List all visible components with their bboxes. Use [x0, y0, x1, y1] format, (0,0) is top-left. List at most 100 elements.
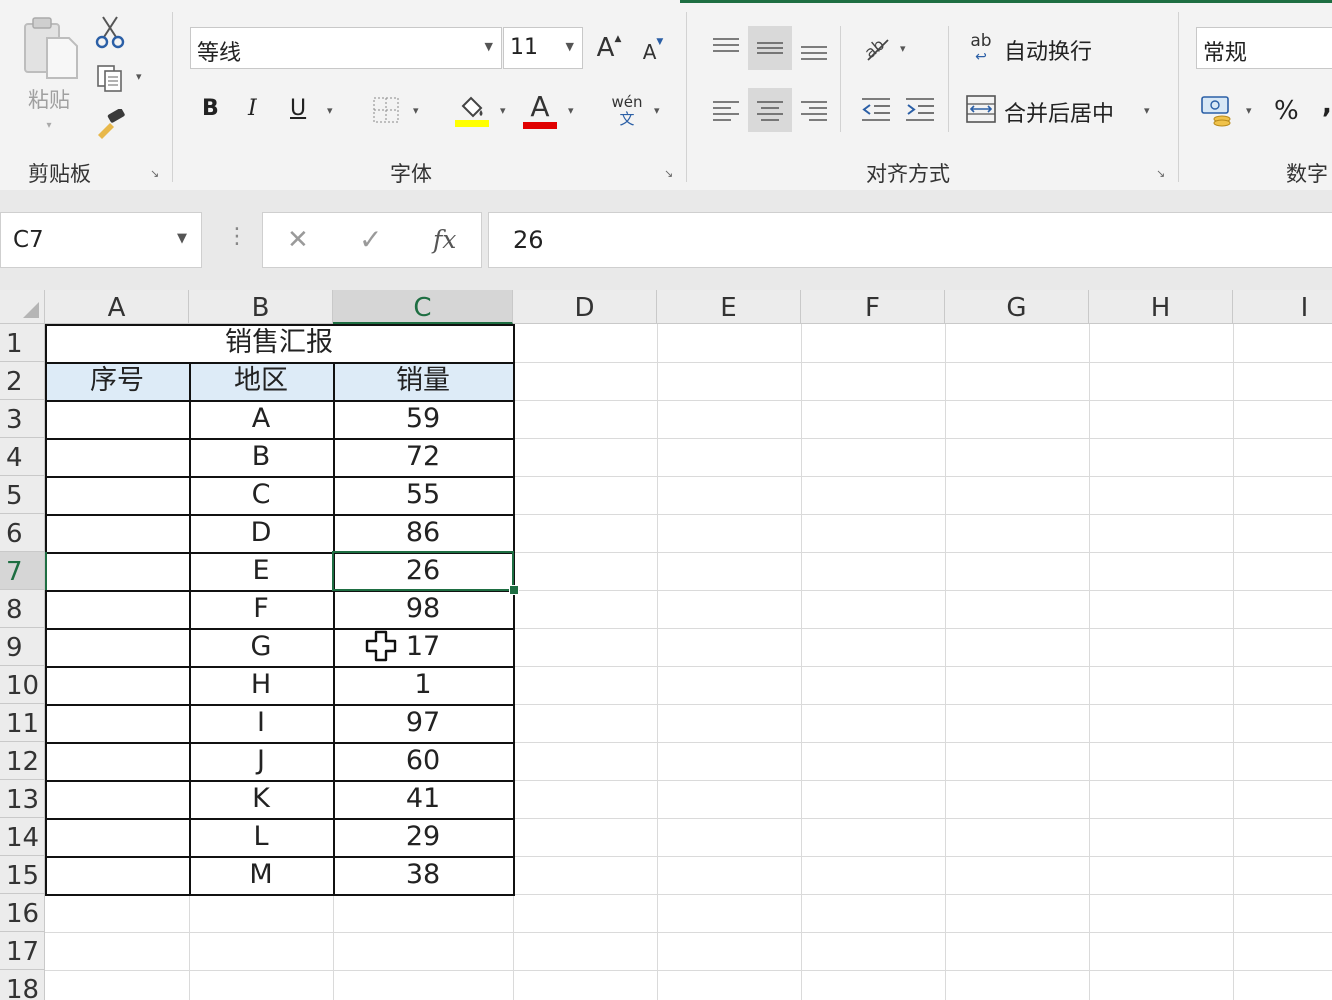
merge-dropdown-icon[interactable]: ▾	[1144, 104, 1150, 117]
row-header-2[interactable]: 2	[0, 362, 45, 400]
table-cell[interactable]: 59	[333, 400, 513, 438]
percent-style-button[interactable]: %	[1274, 96, 1299, 126]
align-right-button[interactable]	[794, 88, 834, 132]
font-dialog-launcher-icon[interactable]: ↘	[664, 168, 676, 180]
underline-button[interactable]: U	[290, 96, 306, 121]
align-bottom-button[interactable]	[794, 26, 834, 70]
column-header-e[interactable]: E	[657, 290, 801, 324]
cancel-icon[interactable]: ✕	[287, 225, 309, 255]
fill-color-dropdown-icon[interactable]: ▾	[500, 104, 506, 117]
underline-dropdown-icon[interactable]: ▾	[327, 104, 333, 117]
column-header-a[interactable]: A	[45, 290, 189, 324]
table-cell[interactable]	[45, 704, 189, 742]
table-cell[interactable]	[45, 628, 189, 666]
row-header-13[interactable]: 13	[0, 780, 45, 818]
spreadsheet-grid[interactable]: A B C D E F G H I 1 2 3 4 5 6 7 8 9 10 11 12 13 14 15 16 17 18 销售汇报…	[0, 290, 1332, 1000]
header-cell[interactable]: 地区	[189, 362, 333, 400]
row-header-18[interactable]: 18	[0, 970, 45, 1000]
align-top-button[interactable]	[706, 26, 746, 70]
table-cell[interactable]	[45, 856, 189, 894]
table-cell[interactable]	[45, 590, 189, 628]
table-cell[interactable]: 98	[333, 590, 513, 628]
increase-indent-button[interactable]	[900, 90, 940, 130]
enter-icon[interactable]: ✓	[359, 223, 382, 256]
fill-color-button[interactable]	[452, 90, 492, 130]
merge-center-button[interactable]: 合并后居中	[1004, 96, 1114, 128]
font-color-button[interactable]: A	[520, 90, 560, 130]
table-cell[interactable]: E	[189, 552, 333, 590]
insert-function-icon[interactable]: fx	[433, 225, 456, 254]
table-cell[interactable]: G	[189, 628, 333, 666]
copy-dropdown-icon[interactable]: ▾	[136, 70, 142, 83]
row-header-7[interactable]: 7	[0, 552, 45, 590]
row-header-12[interactable]: 12	[0, 742, 45, 780]
italic-button[interactable]: I	[248, 96, 257, 121]
column-header-i[interactable]: I	[1233, 290, 1332, 324]
table-cell[interactable]	[45, 476, 189, 514]
active-cell-selection[interactable]	[332, 551, 514, 591]
table-cell[interactable]: C	[189, 476, 333, 514]
chevron-down-icon[interactable]: ▼	[566, 40, 574, 53]
accounting-format-button[interactable]	[1198, 90, 1238, 130]
phonetic-guide-button[interactable]: wén 文	[606, 92, 648, 130]
orientation-button[interactable]: ab	[856, 28, 896, 68]
accounting-dropdown-icon[interactable]: ▾	[1246, 104, 1252, 117]
paste-dropdown-icon[interactable]: ▾	[46, 120, 51, 131]
row-header-11[interactable]: 11	[0, 704, 45, 742]
table-cell[interactable]	[45, 438, 189, 476]
align-middle-button[interactable]	[750, 26, 790, 70]
orientation-dropdown-icon[interactable]: ▾	[900, 42, 906, 55]
row-header-1[interactable]: 1	[0, 324, 45, 362]
row-header-16[interactable]: 16	[0, 894, 45, 932]
decrease-indent-button[interactable]	[856, 90, 896, 130]
select-all-button[interactable]	[0, 290, 45, 324]
column-header-d[interactable]: D	[513, 290, 657, 324]
table-cell[interactable]: B	[189, 438, 333, 476]
row-header-8[interactable]: 8	[0, 590, 45, 628]
font-color-dropdown-icon[interactable]: ▾	[568, 104, 574, 117]
row-header-4[interactable]: 4	[0, 438, 45, 476]
table-cell[interactable]: 41	[333, 780, 513, 818]
column-header-b[interactable]: B	[189, 290, 333, 324]
table-cell[interactable]: 60	[333, 742, 513, 780]
table-cell[interactable]	[45, 552, 189, 590]
column-header-g[interactable]: G	[945, 290, 1089, 324]
table-cell[interactable]: 29	[333, 818, 513, 856]
table-cell[interactable]	[45, 400, 189, 438]
format-painter-button[interactable]	[92, 106, 128, 142]
table-cell[interactable]: 97	[333, 704, 513, 742]
table-cell[interactable]: F	[189, 590, 333, 628]
copy-button[interactable]	[92, 60, 128, 96]
grow-font-button[interactable]: A ▲	[592, 30, 626, 66]
column-header-f[interactable]: F	[801, 290, 945, 324]
table-cell[interactable]	[45, 742, 189, 780]
table-cell[interactable]: L	[189, 818, 333, 856]
more-options-icon[interactable]: ⋮	[226, 224, 248, 249]
row-header-3[interactable]: 3	[0, 400, 45, 438]
column-header-h[interactable]: H	[1089, 290, 1233, 324]
bold-button[interactable]: B	[202, 96, 219, 121]
phonetic-dropdown-icon[interactable]: ▾	[654, 104, 660, 117]
table-cell[interactable]: J	[189, 742, 333, 780]
align-center-button[interactable]	[750, 88, 790, 132]
table-cell[interactable]: 86	[333, 514, 513, 552]
chevron-down-icon[interactable]: ▼	[485, 40, 493, 53]
name-box[interactable]: C7 ▼	[0, 212, 202, 268]
table-title[interactable]: 销售汇报	[45, 324, 513, 362]
header-cell[interactable]: 销量	[333, 362, 513, 400]
table-cell[interactable]	[45, 818, 189, 856]
clipboard-dialog-launcher-icon[interactable]: ↘	[150, 168, 162, 180]
row-header-6[interactable]: 6	[0, 514, 45, 552]
row-header-5[interactable]: 5	[0, 476, 45, 514]
table-cell[interactable]: 17	[333, 628, 513, 666]
table-cell[interactable]: I	[189, 704, 333, 742]
table-cell[interactable]: 55	[333, 476, 513, 514]
table-cell[interactable]	[45, 514, 189, 552]
shrink-font-button[interactable]: A ▼	[638, 34, 668, 66]
alignment-dialog-launcher-icon[interactable]: ↘	[1156, 168, 1168, 180]
number-format-combo[interactable]: 常规	[1196, 27, 1332, 69]
row-header-10[interactable]: 10	[0, 666, 45, 704]
column-header-c[interactable]: C	[333, 290, 513, 324]
table-cell[interactable]: 72	[333, 438, 513, 476]
table-cell[interactable]: D	[189, 514, 333, 552]
